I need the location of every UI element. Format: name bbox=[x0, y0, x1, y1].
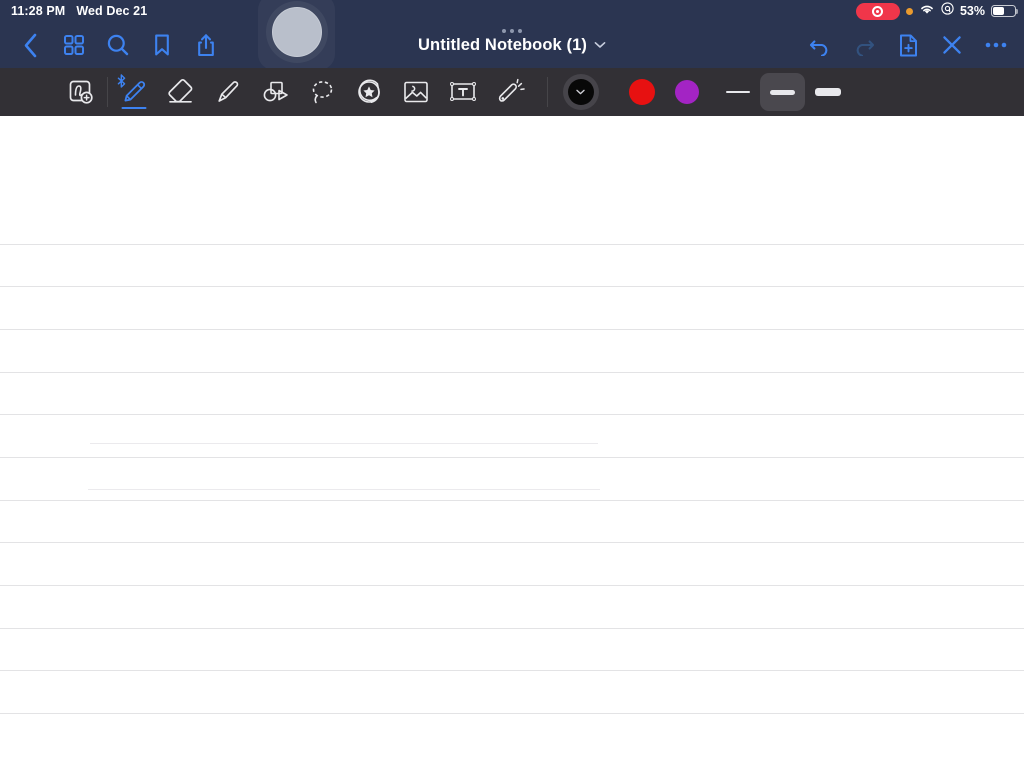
share-button[interactable] bbox=[184, 23, 228, 67]
eraser-tool[interactable] bbox=[157, 69, 204, 115]
location-services-icon bbox=[941, 2, 954, 20]
bookmark-button[interactable] bbox=[140, 23, 184, 67]
status-bar-right: 53% bbox=[855, 2, 1019, 20]
thumbnails-button[interactable] bbox=[52, 23, 96, 67]
color-swatch-black[interactable] bbox=[558, 69, 603, 115]
chevron-down-icon bbox=[594, 39, 606, 51]
shapes-tool[interactable] bbox=[251, 69, 298, 115]
lasso-select-tool[interactable] bbox=[298, 69, 345, 115]
assistive-touch-outer-ring bbox=[265, 1, 328, 63]
battery-icon bbox=[991, 5, 1019, 17]
laser-pointer-tool[interactable] bbox=[486, 69, 533, 115]
page-title: Untitled Notebook (1) bbox=[418, 35, 587, 54]
pen-tool-selected-indicator bbox=[121, 107, 146, 109]
drawing-toolbar bbox=[0, 68, 1024, 116]
close-x-icon[interactable] bbox=[930, 23, 974, 67]
sticker-star-tool[interactable] bbox=[345, 69, 392, 115]
text-box-tool[interactable] bbox=[439, 69, 486, 115]
navigation-left-buttons bbox=[8, 22, 228, 68]
image-tool[interactable] bbox=[392, 69, 439, 115]
battery-percent: 53% bbox=[959, 4, 985, 18]
navigation-right-buttons bbox=[798, 22, 1018, 68]
navigation-bar: 11:28 PM Wed Dec 21 53% Untitled Noteboo… bbox=[0, 0, 1024, 70]
color-swatch-red[interactable] bbox=[619, 69, 664, 115]
zoom-write-tool[interactable] bbox=[58, 69, 105, 115]
status-bar: 11:28 PM Wed Dec 21 53% bbox=[0, 0, 1024, 22]
more-options-button[interactable] bbox=[974, 23, 1018, 67]
pen-tool[interactable] bbox=[110, 69, 157, 115]
screen-recording-indicator bbox=[855, 2, 900, 20]
microphone-in-use-indicator bbox=[905, 7, 913, 15]
status-time: 11:28 PM bbox=[11, 4, 66, 18]
toolbar-divider bbox=[547, 77, 548, 107]
assistive-touch-inner-circle bbox=[271, 7, 322, 57]
toolbar-divider bbox=[107, 77, 108, 107]
status-date: Wed Dec 21 bbox=[76, 4, 148, 18]
notebook-page[interactable] bbox=[0, 116, 1024, 768]
add-page-button[interactable] bbox=[886, 23, 930, 67]
redo-button[interactable] bbox=[842, 23, 886, 67]
stroke-width-thin[interactable] bbox=[715, 73, 760, 111]
undo-button[interactable] bbox=[798, 23, 842, 67]
stroke-width-thick[interactable] bbox=[805, 73, 850, 111]
search-button[interactable] bbox=[96, 23, 140, 67]
back-button[interactable] bbox=[8, 23, 52, 67]
chevron-down-icon bbox=[576, 88, 585, 97]
color-swatch-purple[interactable] bbox=[664, 69, 709, 115]
highlighter-tool[interactable] bbox=[204, 69, 251, 115]
status-bar-left: 11:28 PM Wed Dec 21 bbox=[11, 4, 147, 18]
assistive-touch-button[interactable] bbox=[258, 0, 335, 70]
stroke-width-medium[interactable] bbox=[760, 73, 805, 111]
notebook-app: 11:28 PM Wed Dec 21 53% Untitled Noteboo… bbox=[0, 0, 1024, 768]
wifi-icon bbox=[919, 2, 935, 20]
navigation-row: Untitled Notebook (1) bbox=[0, 22, 1024, 68]
bluetooth-icon bbox=[117, 74, 126, 91]
